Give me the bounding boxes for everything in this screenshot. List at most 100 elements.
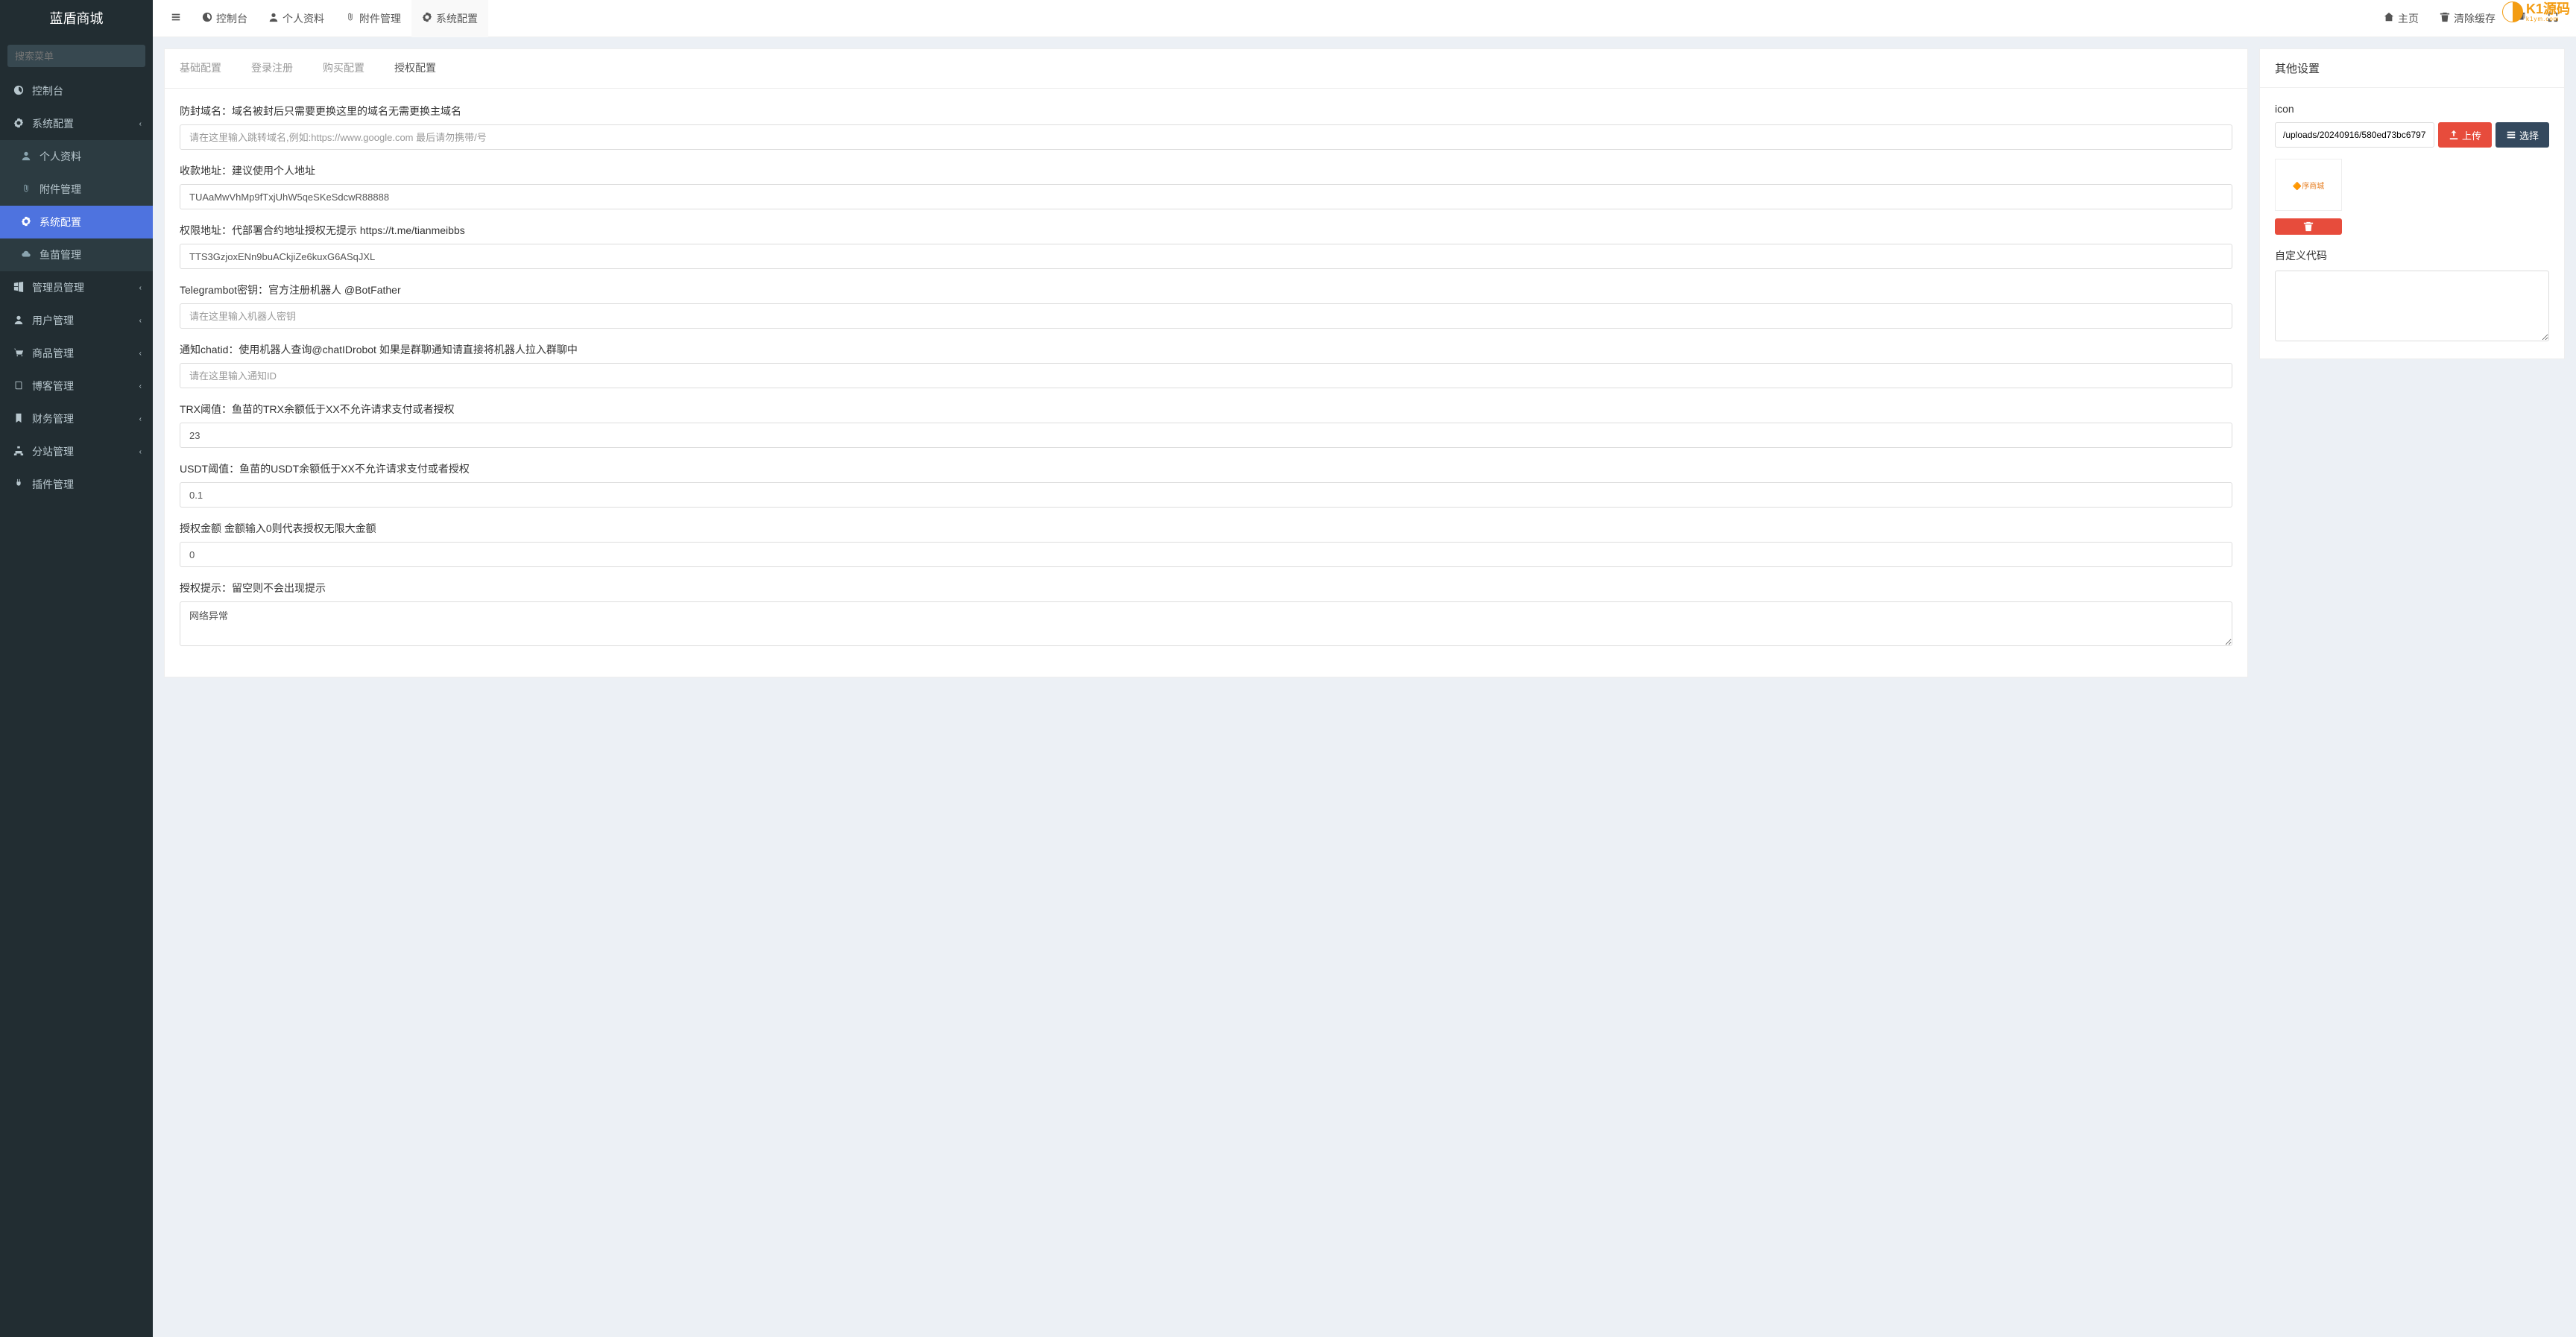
chevron-left-icon: ‹ [139,120,142,128]
plug-icon [11,478,26,491]
sidebar-item-label: 个人资料 [40,149,81,164]
field-label: 防封域名：域名被封后只需要更换这里的域名无需更换主域名 [180,104,2232,118]
chevron-left-icon: ‹ [139,284,142,292]
bookmark-icon [11,413,26,426]
sidebar-item-2[interactable]: 个人资料 [0,140,153,173]
sidebar-item-label: 鱼苗管理 [40,247,81,262]
topbar: 控制台个人资料附件管理系统配置 主页清除缓存 [153,0,2576,37]
gear-icon [19,216,34,229]
search-input[interactable] [7,45,154,67]
sidebar-item-label: 商品管理 [32,346,74,361]
topbar-item-个人资料[interactable]: 个人资料 [258,0,335,37]
sidebar-nav: 控制台系统配置‹个人资料附件管理系统配置鱼苗管理管理员管理‹用户管理‹商品管理‹… [0,75,153,501]
attach-icon [19,183,34,196]
upload-button[interactable]: 上传 [2438,122,2492,148]
card-title: 其他设置 [2260,49,2564,88]
gear-icon [11,118,26,130]
topbar-item-bars[interactable] [160,0,192,37]
sidebar-item-3[interactable]: 附件管理 [0,173,153,206]
field-label: 授权提示：留空则不会出现提示 [180,581,2232,595]
form-group-2: 权限地址：代部署合约地址授权无提示 https://t.me/tianmeibb… [180,223,2232,269]
attach-icon [345,12,356,25]
field-label: Telegrambot密钥：官方注册机器人 @BotFather [180,282,2232,297]
sidebar-item-label: 财务管理 [32,411,74,426]
custom-code-textarea[interactable] [2275,271,2549,341]
field-label: USDT阈值：鱼苗的USDT余额低于XX不允许请求支付或者授权 [180,461,2232,476]
chevron-left-icon: ‹ [139,350,142,358]
form-group-6: USDT阈值：鱼苗的USDT余额低于XX不允许请求支付或者授权 [180,461,2232,508]
sidebar-item-label: 系统配置 [32,116,74,131]
field-label: TRX阈值：鱼苗的TRX余额低于XX不允许请求支付或者授权 [180,402,2232,417]
field-input-5[interactable] [180,423,2232,448]
field-input-2[interactable] [180,244,2232,269]
content: 基础配置登录注册购买配置授权配置 防封域名：域名被封后只需要更换这里的域名无需更… [153,37,2576,1337]
sidebar-item-label: 管理员管理 [32,280,84,295]
field-input-3[interactable] [180,303,2232,329]
field-input-1[interactable] [180,184,2232,209]
topbar-item-控制台[interactable]: 控制台 [192,0,258,37]
field-input-7[interactable] [180,542,2232,567]
field-label: 权限地址：代部署合约地址授权无提示 https://t.me/tianmeibb… [180,223,2232,238]
select-button[interactable]: 选择 [2496,122,2549,148]
form-group-3: Telegrambot密钥：官方注册机器人 @BotFather [180,282,2232,329]
form-group-1: 收款地址：建议使用个人地址 [180,163,2232,209]
delete-icon-button[interactable] [2275,218,2342,235]
sidebar-item-label: 系统配置 [40,215,81,230]
topbar-item-主页[interactable]: 主页 [2373,0,2429,37]
icon-path-input[interactable] [2275,122,2434,148]
trash-icon [2303,221,2314,232]
topbar-item-清除缓存[interactable]: 清除缓存 [2429,0,2506,37]
topbar-item-附件管理[interactable]: 附件管理 [335,0,411,37]
list-icon [2506,130,2516,140]
tab-0[interactable]: 基础配置 [165,49,236,88]
sidebar-item-5[interactable]: 鱼苗管理 [0,238,153,271]
trash-icon [2440,12,2450,25]
book-icon [11,380,26,393]
sidebar-item-label: 博客管理 [32,379,74,393]
field-input-4[interactable] [180,363,2232,388]
sidebar-item-6[interactable]: 管理员管理 ‹ [0,271,153,304]
cart-icon [11,347,26,360]
sidebar-item-label: 用户管理 [32,313,74,328]
icon-label: icon [2275,103,2549,115]
sidebar-item-10[interactable]: 财务管理‹ [0,402,153,435]
sidebar-item-12[interactable]: 插件管理 [0,468,153,501]
form-group-0: 防封域名：域名被封后只需要更换这里的域名无需更换主域名 [180,104,2232,150]
icon-preview: 🔶序商城 [2275,159,2342,211]
sidebar-item-4[interactable]: 系统配置 [0,206,153,238]
expand-icon [2548,12,2558,25]
sidebar-item-9[interactable]: 博客管理 ‹ [0,370,153,402]
tab-3[interactable]: 授权配置 [379,49,451,88]
form-group-8: 授权提示：留空则不会出现提示 [180,581,2232,648]
field-label: 通知chatid：使用机器人查询@chatIDrobot 如果是群聊通知请直接将… [180,342,2232,357]
sidebar-search [0,37,153,75]
field-input-6[interactable] [180,482,2232,508]
sidebar-item-label: 插件管理 [32,477,74,492]
sidebar-item-7[interactable]: 用户管理 ‹ [0,304,153,337]
sidebar-item-label: 控制台 [32,83,63,98]
field-input-0[interactable] [180,124,2232,150]
sidebar-item-8[interactable]: 商品管理 ‹ [0,337,153,370]
cloud-icon [19,249,34,262]
main-area: 控制台个人资料附件管理系统配置 主页清除缓存 基础配置登录注册购买配置授权配置 … [153,0,2576,1337]
sidebar-item-11[interactable]: 分站管理‹ [0,435,153,468]
tab-1[interactable]: 登录注册 [236,49,308,88]
brand-title: 蓝盾商城 [0,0,153,37]
dashboard-icon [202,12,212,25]
tab-2[interactable]: 购买配置 [308,49,379,88]
dashboard-icon [11,85,26,98]
topbar-item-系统配置[interactable]: 系统配置 [411,0,488,37]
config-form: 防封域名：域名被封后只需要更换这里的域名无需更换主域名收款地址：建议使用个人地址… [164,88,2248,677]
topbar-item-copy[interactable] [2506,0,2537,37]
topbar-item-expand[interactable] [2537,0,2569,37]
form-group-5: TRX阈值：鱼苗的TRX余额低于XX不允许请求支付或者授权 [180,402,2232,448]
other-settings-card: 其他设置 icon 上传 选择 [2259,48,2565,359]
field-input-8[interactable] [180,601,2232,646]
windows-icon [11,282,26,294]
sidebar-item-label: 分站管理 [32,444,74,459]
sidebar-item-1[interactable]: 系统配置 ‹ [0,107,153,140]
chevron-left-icon: ‹ [139,382,142,391]
user-icon [11,315,26,327]
chevron-left-icon: ‹ [139,317,142,325]
sidebar-item-0[interactable]: 控制台 [0,75,153,107]
